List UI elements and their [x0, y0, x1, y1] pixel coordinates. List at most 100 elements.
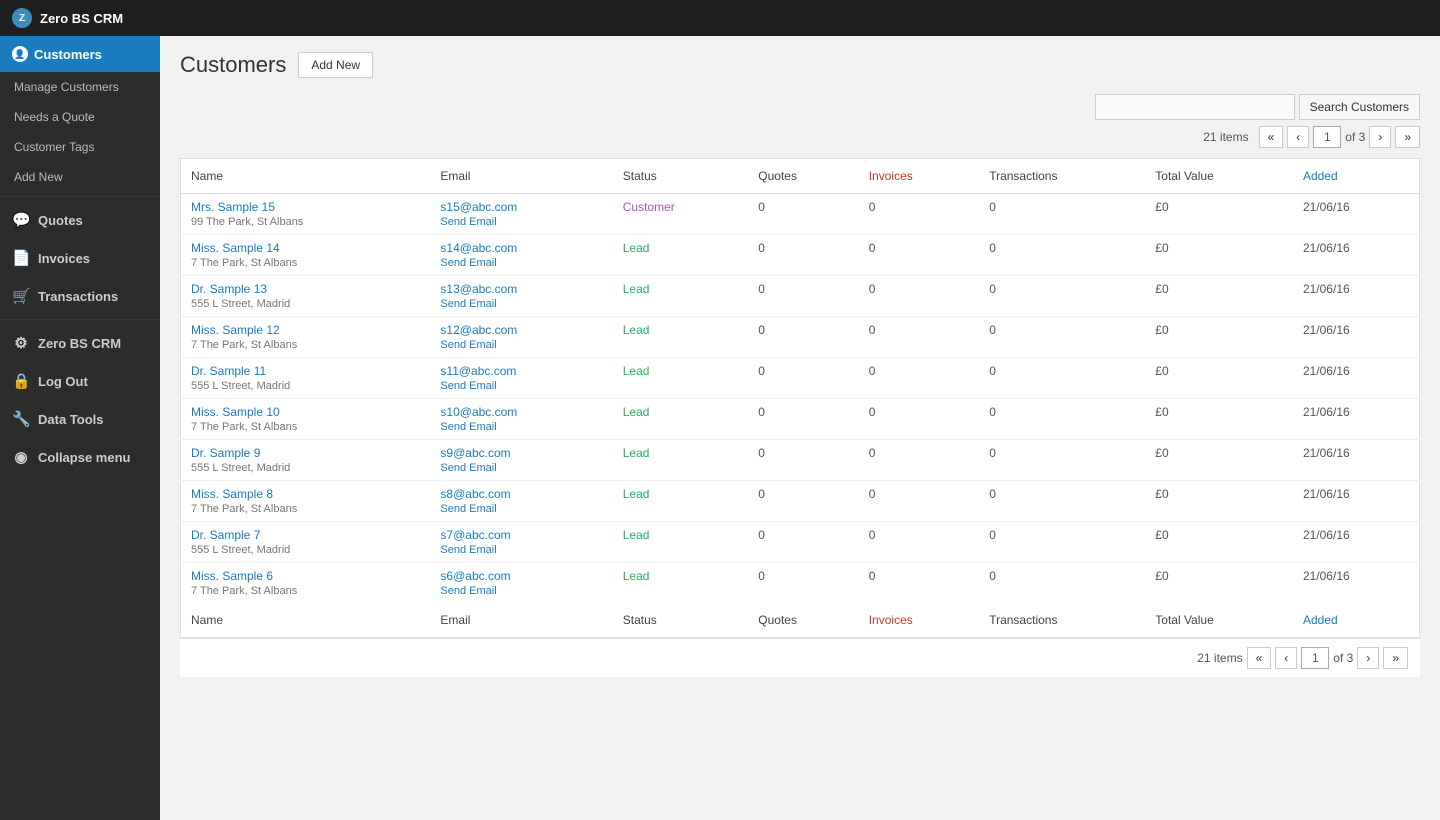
cell-total-value-4: £0: [1145, 358, 1293, 399]
col-header-invoices: Invoices: [859, 159, 979, 194]
customer-name-link-6[interactable]: Dr. Sample 9: [191, 446, 420, 460]
settings-icon: ⚙: [12, 334, 30, 352]
customer-name-link-1[interactable]: Miss. Sample 14: [191, 241, 420, 255]
col-footer-total-value: Total Value: [1145, 603, 1293, 638]
cell-email-7: s8@abc.com Send Email: [430, 481, 612, 522]
email-link-6[interactable]: s9@abc.com: [440, 446, 602, 460]
pag-last-top[interactable]: »: [1395, 126, 1420, 148]
cell-quotes-3: 0: [748, 317, 858, 358]
email-link-2[interactable]: s13@abc.com: [440, 282, 602, 296]
sidebar-item-quotes[interactable]: 💬 Quotes: [0, 201, 160, 239]
send-email-link-3[interactable]: Send Email: [440, 339, 496, 351]
customer-name-link-5[interactable]: Miss. Sample 10: [191, 405, 420, 419]
sidebar-item-zero-bs-crm[interactable]: ⚙ Zero BS CRM: [0, 324, 160, 362]
pag-prev-bottom[interactable]: ‹: [1275, 647, 1297, 669]
email-link-3[interactable]: s12@abc.com: [440, 323, 602, 337]
customer-name-link-8[interactable]: Dr. Sample 7: [191, 528, 420, 542]
email-link-7[interactable]: s8@abc.com: [440, 487, 602, 501]
pag-first-top[interactable]: «: [1259, 126, 1284, 148]
cell-quotes-0: 0: [748, 194, 858, 235]
cell-quotes-9: 0: [748, 563, 858, 604]
sidebar-item-data-tools[interactable]: 🔧 Data Tools: [0, 400, 160, 438]
email-link-0[interactable]: s15@abc.com: [440, 200, 602, 214]
sidebar-item-log-out[interactable]: 🔒 Log Out: [0, 362, 160, 400]
col-footer-name: Name: [181, 603, 431, 638]
table-row: Miss. Sample 6 7 The Park, St Albans s6@…: [181, 563, 1420, 604]
col-header-added: Added: [1293, 159, 1420, 194]
cell-added-4: 21/06/16: [1293, 358, 1420, 399]
send-email-link-2[interactable]: Send Email: [440, 298, 496, 310]
email-link-5[interactable]: s10@abc.com: [440, 405, 602, 419]
col-header-quotes: Quotes: [748, 159, 858, 194]
sidebar-item-add-new[interactable]: Add New: [0, 162, 160, 192]
cell-status-1: Lead: [613, 235, 749, 276]
customer-name-link-3[interactable]: Miss. Sample 12: [191, 323, 420, 337]
table-row: Dr. Sample 7 555 L Street, Madrid s7@abc…: [181, 522, 1420, 563]
pag-next-bottom[interactable]: ›: [1357, 647, 1379, 669]
cell-total-value-5: £0: [1145, 399, 1293, 440]
send-email-link-8[interactable]: Send Email: [440, 544, 496, 556]
email-link-8[interactable]: s7@abc.com: [440, 528, 602, 542]
add-new-button[interactable]: Add New: [298, 52, 373, 78]
col-footer-quotes: Quotes: [748, 603, 858, 638]
col-footer-added: Added: [1293, 603, 1420, 638]
cell-email-3: s12@abc.com Send Email: [430, 317, 612, 358]
cell-total-value-7: £0: [1145, 481, 1293, 522]
cell-name-3: Miss. Sample 12 7 The Park, St Albans: [181, 317, 431, 358]
sidebar-item-customer-tags[interactable]: Customer Tags: [0, 132, 160, 162]
send-email-link-0[interactable]: Send Email: [440, 216, 496, 228]
cell-name-0: Mrs. Sample 15 99 The Park, St Albans: [181, 194, 431, 235]
cell-added-3: 21/06/16: [1293, 317, 1420, 358]
col-footer-status: Status: [613, 603, 749, 638]
cell-email-9: s6@abc.com Send Email: [430, 563, 612, 604]
customer-name-link-7[interactable]: Miss. Sample 8: [191, 487, 420, 501]
send-email-link-6[interactable]: Send Email: [440, 462, 496, 474]
cell-quotes-5: 0: [748, 399, 858, 440]
cell-total-value-6: £0: [1145, 440, 1293, 481]
app-name: Zero BS CRM: [40, 11, 123, 26]
search-button[interactable]: Search Customers: [1299, 94, 1420, 120]
cell-transactions-8: 0: [979, 522, 1145, 563]
pagination-bottom: 21 items « ‹ 1 of 3 › »: [180, 638, 1420, 677]
sidebar-item-manage-customers[interactable]: Manage Customers: [0, 72, 160, 102]
sidebar-quotes-label: Quotes: [38, 213, 83, 228]
pag-prev-top[interactable]: ‹: [1287, 126, 1309, 148]
pag-of-top: of 3: [1345, 130, 1365, 144]
main-content: Customers Add New Search Customers 21 it…: [160, 36, 1440, 820]
status-badge-0: Customer: [623, 200, 675, 214]
customer-name-link-4[interactable]: Dr. Sample 11: [191, 364, 420, 378]
cell-transactions-2: 0: [979, 276, 1145, 317]
cell-email-5: s10@abc.com Send Email: [430, 399, 612, 440]
sidebar-item-customers[interactable]: 👤 Customers: [0, 36, 160, 72]
email-link-1[interactable]: s14@abc.com: [440, 241, 602, 255]
sidebar-item-needs-a-quote[interactable]: Needs a Quote: [0, 102, 160, 132]
items-count-bottom: 21 items: [1197, 651, 1242, 665]
search-input[interactable]: [1095, 94, 1295, 120]
email-link-4[interactable]: s11@abc.com: [440, 364, 602, 378]
pag-last-bottom[interactable]: »: [1383, 647, 1408, 669]
status-badge-8: Lead: [623, 528, 650, 542]
cell-total-value-1: £0: [1145, 235, 1293, 276]
send-email-link-4[interactable]: Send Email: [440, 380, 496, 392]
sidebar-logout-label: Log Out: [38, 374, 88, 389]
sidebar-item-collapse-menu[interactable]: ◉ Collapse menu: [0, 438, 160, 476]
pag-first-bottom[interactable]: «: [1247, 647, 1272, 669]
pag-next-top[interactable]: ›: [1369, 126, 1391, 148]
send-email-link-9[interactable]: Send Email: [440, 585, 496, 597]
cell-transactions-1: 0: [979, 235, 1145, 276]
topbar: Z Zero BS CRM: [0, 0, 1440, 36]
cell-email-4: s11@abc.com Send Email: [430, 358, 612, 399]
cell-invoices-4: 0: [859, 358, 979, 399]
sidebar-item-invoices[interactable]: 📄 Invoices: [0, 239, 160, 277]
cell-total-value-3: £0: [1145, 317, 1293, 358]
customer-name-link-2[interactable]: Dr. Sample 13: [191, 282, 420, 296]
customer-name-link-9[interactable]: Miss. Sample 6: [191, 569, 420, 583]
customer-name-link-0[interactable]: Mrs. Sample 15: [191, 200, 420, 214]
sidebar-item-transactions[interactable]: 🛒 Transactions: [0, 277, 160, 315]
send-email-link-1[interactable]: Send Email: [440, 257, 496, 269]
cell-status-9: Lead: [613, 563, 749, 604]
customers-icon: 👤: [12, 46, 28, 62]
send-email-link-5[interactable]: Send Email: [440, 421, 496, 433]
email-link-9[interactable]: s6@abc.com: [440, 569, 602, 583]
send-email-link-7[interactable]: Send Email: [440, 503, 496, 515]
